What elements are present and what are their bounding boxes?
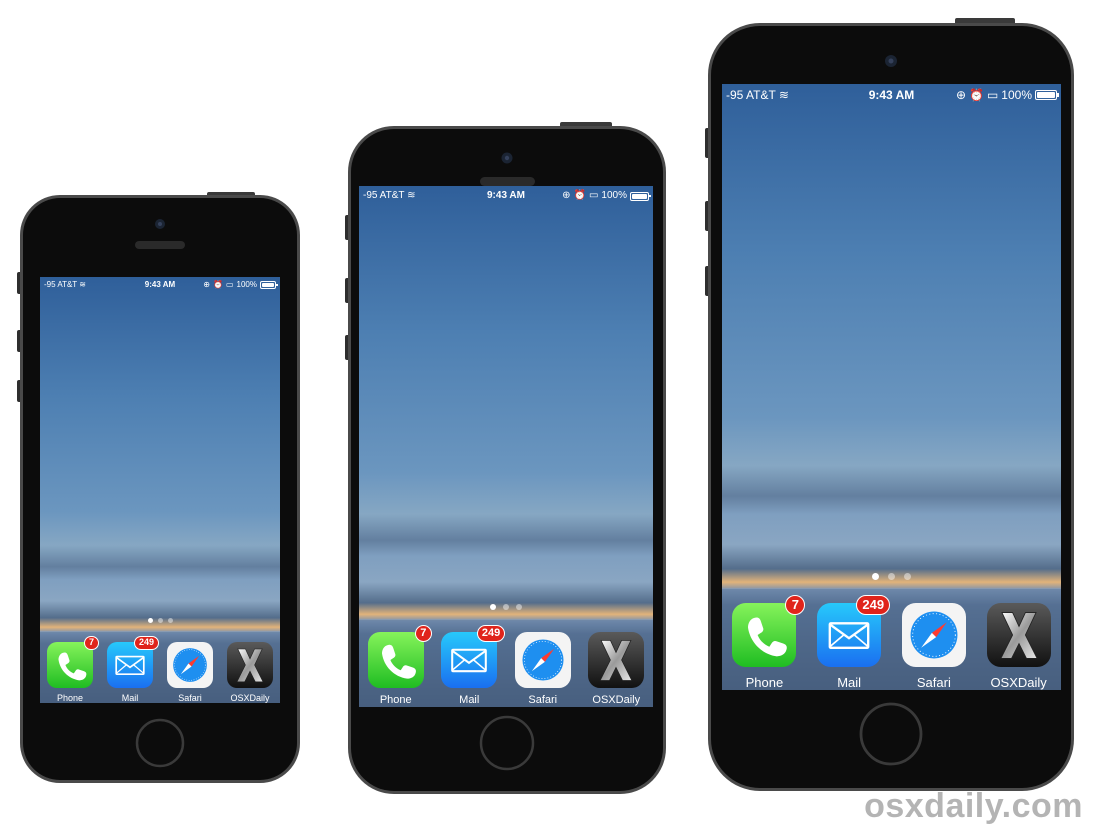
lock-rotation-icon: ⊕: [562, 190, 571, 201]
status-bar: -95 AT&T ≋ 9:43 AM ⊕ ⏰ ▭ 100%: [359, 186, 653, 206]
phone-large-screen: -95 AT&T ≋ 9:43 AM ⊕ ⏰ ▭ 100% 7 Phone 249 Mail…: [722, 84, 1061, 690]
battery-icon: [260, 281, 278, 289]
battery-icon: [630, 191, 651, 201]
app-label: OSXDaily: [592, 694, 641, 706]
phone-icon[interactable]: 7: [367, 625, 432, 688]
phone-small: -95 AT&T ≋ 9:43 AM ⊕ ⏰ ▭ 100% 7 Phone 249 Mail…: [17, 190, 301, 785]
compass-icon[interactable]: [514, 632, 571, 688]
app-label: Safari: [916, 675, 951, 690]
app-label: Mail: [459, 694, 480, 706]
dock-app-phone[interactable]: 7 Phone: [367, 625, 432, 706]
app-label: Phone: [56, 693, 84, 703]
page-indicator[interactable]: [40, 618, 280, 623]
phone-icon[interactable]: 7: [732, 595, 806, 667]
dock: 7 Phone 249 Mail Safari OSXDaily: [40, 631, 280, 703]
airplay-icon: ▭: [225, 280, 234, 289]
dock-app-safari[interactable]: Safari: [514, 632, 571, 706]
dock-app-mail[interactable]: 249 Mail: [441, 625, 506, 706]
app-label: OSXDaily: [230, 693, 270, 703]
page-dot[interactable]: [147, 618, 153, 623]
lock-rotation-icon: ⊕: [203, 280, 210, 289]
app-label: Phone: [745, 675, 784, 690]
dock-app-mail[interactable]: 249 Mail: [817, 595, 891, 690]
phone-large: -95 AT&T ≋ 9:43 AM ⊕ ⏰ ▭ 100% 7 Phone 249 Mail…: [705, 16, 1075, 793]
status-bar: -95 AT&T ≋ 9:43 AM ⊕ ⏰ ▭ 100%: [40, 277, 280, 293]
phone-medium: -95 AT&T ≋ 9:43 AM ⊕ ⏰ ▭ 100% 7 Phone 249 Mail…: [345, 120, 667, 796]
notification-badge: 249: [856, 595, 891, 615]
alarm-icon: ⏰: [213, 280, 223, 289]
dock-app-mail[interactable]: 249 Mail: [107, 636, 159, 703]
app-label: OSXDaily: [990, 675, 1047, 690]
airplay-icon: ▭: [588, 190, 599, 201]
dock-app-osxdaily[interactable]: OSXDaily: [227, 642, 273, 703]
status-right: ⊕ ⏰ ▭ 100%: [203, 277, 278, 293]
notification-badge: 7: [414, 625, 432, 642]
mail-icon[interactable]: 249: [107, 636, 159, 688]
compass-icon[interactable]: [167, 642, 213, 688]
mail-icon[interactable]: 249: [441, 625, 506, 688]
app-label: Phone: [379, 694, 412, 706]
dock-app-phone[interactable]: 7 Phone: [47, 636, 99, 703]
notification-badge: 7: [785, 595, 806, 615]
airplay-icon: ▭: [986, 88, 999, 102]
status-bar: -95 AT&T ≋ 9:43 AM ⊕ ⏰ ▭ 100%: [722, 84, 1061, 106]
dock-app-osxdaily[interactable]: OSXDaily: [986, 603, 1051, 690]
phone-small-screen: -95 AT&T ≋ 9:43 AM ⊕ ⏰ ▭ 100% 7 Phone 249 Mail…: [40, 277, 280, 703]
page-dot[interactable]: [157, 618, 163, 623]
lock-rotation-icon: ⊕: [955, 88, 966, 102]
page-indicator[interactable]: [359, 604, 653, 610]
x-logo-icon[interactable]: [986, 603, 1051, 667]
app-label: Safari: [528, 694, 558, 706]
dock-app-safari[interactable]: Safari: [901, 603, 966, 690]
app-label: Mail: [837, 675, 862, 690]
watermark-text: osxdaily.com: [864, 787, 1083, 825]
x-logo-icon[interactable]: [588, 632, 645, 688]
page-dot[interactable]: [503, 604, 509, 610]
page-dot[interactable]: [888, 573, 895, 580]
status-right: ⊕ ⏰ ▭ 100%: [955, 84, 1059, 106]
page-indicator[interactable]: [722, 573, 1061, 580]
mail-icon[interactable]: 249: [817, 595, 891, 667]
battery-percent: 100%: [1001, 88, 1032, 102]
battery-icon: [1035, 90, 1059, 100]
battery-percent: 100%: [601, 190, 627, 201]
app-label: Safari: [178, 693, 202, 703]
app-label: Mail: [121, 693, 139, 703]
dock: 7 Phone 249 Mail Safari OSXDaily: [359, 619, 653, 707]
phone-medium-screen: -95 AT&T ≋ 9:43 AM ⊕ ⏰ ▭ 100% 7 Phone 249 Mail…: [359, 186, 653, 707]
dock-app-safari[interactable]: Safari: [167, 642, 213, 703]
x-logo-icon[interactable]: [227, 642, 273, 688]
page-dot[interactable]: [167, 618, 173, 623]
page-dot[interactable]: [904, 573, 911, 580]
notification-badge: 249: [476, 625, 506, 642]
dock-app-osxdaily[interactable]: OSXDaily: [588, 632, 645, 706]
dock-app-phone[interactable]: 7 Phone: [732, 595, 806, 690]
dock: 7 Phone 249 Mail Safari OSXDaily: [722, 588, 1061, 690]
phone-icon[interactable]: 7: [47, 636, 99, 688]
alarm-icon: ⏰: [573, 190, 586, 201]
notification-badge: 249: [133, 636, 159, 650]
battery-percent: 100%: [236, 280, 257, 289]
compass-icon[interactable]: [901, 603, 966, 667]
alarm-icon: ⏰: [969, 88, 984, 102]
page-dot[interactable]: [872, 573, 879, 580]
status-right: ⊕ ⏰ ▭ 100%: [562, 186, 651, 206]
page-dot[interactable]: [490, 604, 496, 610]
notification-badge: 7: [83, 636, 99, 650]
page-dot[interactable]: [516, 604, 522, 610]
